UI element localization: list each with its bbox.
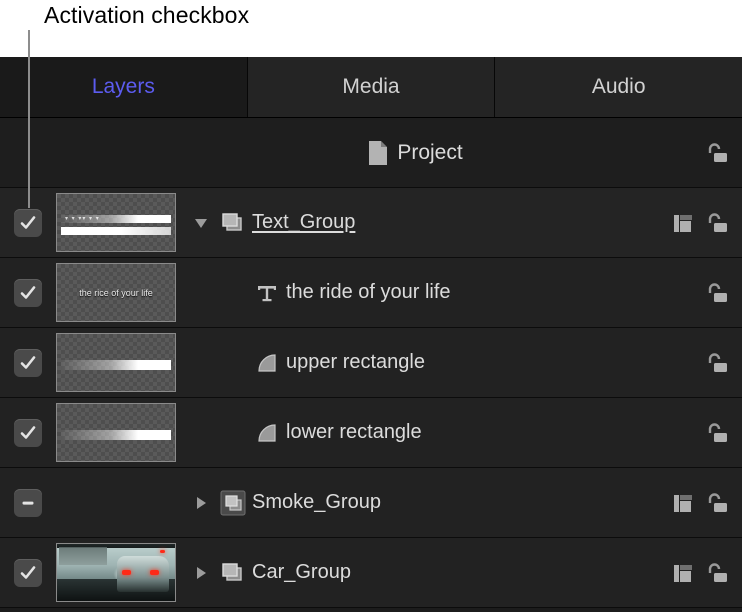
row-main: upper rectangle xyxy=(186,351,638,375)
group-bars-icon[interactable] xyxy=(672,561,696,585)
layer-thumbnail: ▾ ▾ ▾▾ ▾ ▾ xyxy=(56,193,176,252)
unlocked-padlock-icon[interactable] xyxy=(704,420,730,446)
row-main: Car_Group xyxy=(186,560,638,586)
unlocked-padlock-icon[interactable] xyxy=(704,560,730,586)
layer-name-label[interactable]: Smoke_Group xyxy=(250,491,381,514)
tab-audio-label: Audio xyxy=(592,75,646,99)
layer-name-label[interactable]: lower rectangle xyxy=(284,421,422,444)
activation-checkbox[interactable] xyxy=(14,349,42,377)
layer-row-upper-rectangle[interactable]: upper rectangle xyxy=(0,328,742,398)
thumbnail-bar xyxy=(61,227,171,235)
row-main: lower rectangle xyxy=(186,421,638,445)
thumbnail-taillight xyxy=(150,570,159,575)
tab-layers[interactable]: Layers xyxy=(0,57,247,117)
thumbnail-taillight xyxy=(160,550,165,553)
layer-name-label[interactable]: Project xyxy=(395,141,462,165)
checkbox-cell xyxy=(0,489,56,517)
layer-thumbnail xyxy=(56,403,176,462)
row-right-icons xyxy=(638,560,742,586)
row-right-icons xyxy=(638,210,742,236)
layer-name-label[interactable]: upper rectangle xyxy=(284,351,425,374)
row-right-icons xyxy=(638,280,742,306)
row-right-icons xyxy=(638,420,742,446)
callout-leader-line xyxy=(28,30,30,208)
tab-layers-label: Layers xyxy=(92,75,155,99)
tab-audio[interactable]: Audio xyxy=(494,57,742,117)
text-T-icon xyxy=(250,281,284,305)
callout-annotation: Activation checkbox xyxy=(0,0,742,57)
layer-thumbnail: the rice of your life xyxy=(56,263,176,322)
layer-row-project[interactable]: Project xyxy=(0,118,742,188)
thumbnail-bar xyxy=(61,215,171,223)
group-bars-icon[interactable] xyxy=(672,211,696,235)
thumbnail-cell xyxy=(56,543,186,602)
thumbnail-text: the rice of your life xyxy=(79,288,153,298)
thumbnail-cell: the rice of your life xyxy=(56,263,186,322)
layer-thumbnail xyxy=(56,543,176,602)
row-right-icons xyxy=(638,140,742,166)
activation-checkbox-indeterminate[interactable] xyxy=(14,489,42,517)
thumbnail-cell: ▾ ▾ ▾▾ ▾ ▾ xyxy=(56,193,186,252)
row-right-icons xyxy=(638,350,742,376)
disclosure-triangle-collapsed[interactable] xyxy=(186,494,216,512)
group-icon xyxy=(216,210,250,236)
unlocked-padlock-icon[interactable] xyxy=(704,280,730,306)
checkbox-cell xyxy=(0,559,56,587)
shape-quarter-round-icon xyxy=(250,421,284,445)
group-boxed-icon xyxy=(216,489,250,517)
unlocked-padlock-icon[interactable] xyxy=(704,490,730,516)
tab-media[interactable]: Media xyxy=(247,57,495,117)
checkbox-cell xyxy=(0,419,56,447)
group-bars-icon[interactable] xyxy=(672,491,696,515)
unlocked-padlock-icon[interactable] xyxy=(704,350,730,376)
activation-checkbox[interactable] xyxy=(14,279,42,307)
checkbox-cell xyxy=(0,279,56,307)
activation-checkbox[interactable] xyxy=(14,559,42,587)
unlocked-padlock-icon[interactable] xyxy=(704,140,730,166)
layer-name-label[interactable]: the ride of your life xyxy=(284,281,451,304)
row-main: the ride of your life xyxy=(186,281,638,305)
shape-quarter-round-icon xyxy=(250,351,284,375)
row-main: Smoke_Group xyxy=(186,489,638,517)
activation-checkbox[interactable] xyxy=(14,419,42,447)
tab-media-label: Media xyxy=(342,75,399,99)
layer-row-text[interactable]: the rice of your life the ride of your l… xyxy=(0,258,742,328)
activation-checkbox[interactable] xyxy=(14,209,42,237)
row-main: Text_Group xyxy=(186,210,638,236)
layer-name-label[interactable]: Car_Group xyxy=(250,561,351,584)
panel-tab-bar: Layers Media Audio xyxy=(0,57,742,118)
group-icon xyxy=(216,560,250,586)
checkbox-cell xyxy=(0,209,56,237)
layer-row-car-group[interactable]: Car_Group xyxy=(0,538,742,608)
thumbnail-taillight xyxy=(122,570,131,575)
layer-thumbnail xyxy=(56,333,176,392)
checkbox-cell xyxy=(0,349,56,377)
thumbnail-cell xyxy=(56,403,186,462)
layer-name-label[interactable]: Text_Group xyxy=(250,211,355,234)
thumbnail-bar xyxy=(61,360,171,370)
thumbnail-building xyxy=(59,547,107,565)
layer-row-smoke-group[interactable]: Smoke_Group xyxy=(0,468,742,538)
row-main: Project xyxy=(186,140,638,166)
row-right-icons xyxy=(638,490,742,516)
unlocked-padlock-icon[interactable] xyxy=(704,210,730,236)
layer-row-text-group[interactable]: ▾ ▾ ▾▾ ▾ ▾ Text_Group xyxy=(0,188,742,258)
document-icon xyxy=(361,140,395,166)
layer-row-lower-rectangle[interactable]: lower rectangle xyxy=(0,398,742,468)
disclosure-triangle-collapsed[interactable] xyxy=(186,564,216,582)
layers-panel: Layers Media Audio Project xyxy=(0,57,742,612)
disclosure-triangle-expanded[interactable] xyxy=(186,214,216,232)
thumbnail-bar xyxy=(61,430,171,440)
thumbnail-cell xyxy=(56,333,186,392)
callout-label: Activation checkbox xyxy=(44,2,249,29)
